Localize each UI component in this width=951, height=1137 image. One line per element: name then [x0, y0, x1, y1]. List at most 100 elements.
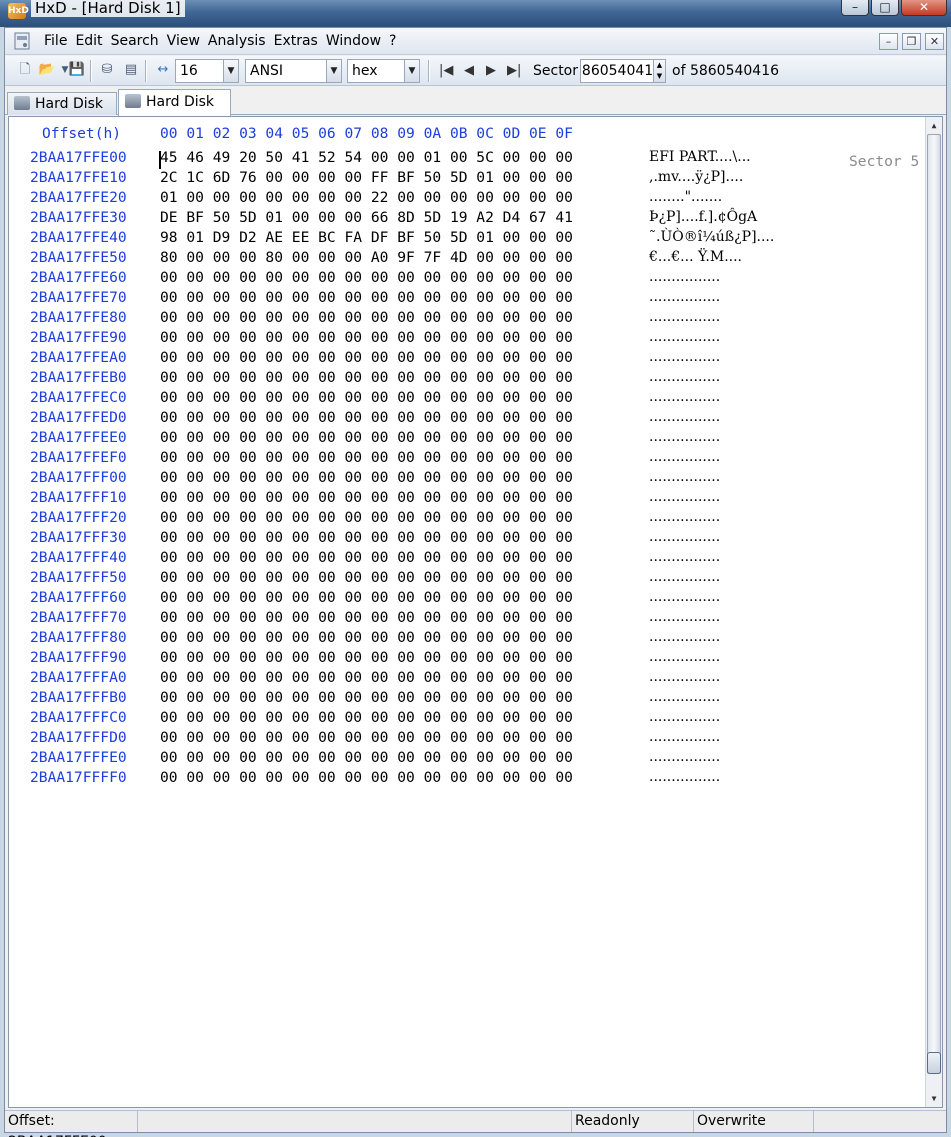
hex-row[interactable]: 2BAA17FFEC0 00 00 00 00 00 00 00 00 00 00…	[9, 389, 929, 409]
row-bytes[interactable]: 00 00 00 00 00 00 00 00 00 00 00 00 00 0…	[160, 509, 573, 526]
hex-row[interactable]: 2BAA17FFE50 80 00 00 00 80 00 00 00 A0 9F…	[9, 249, 929, 269]
row-bytes[interactable]: 00 00 00 00 00 00 00 00 00 00 00 00 00 0…	[160, 569, 573, 586]
hex-row[interactable]: 2BAA17FFF80 00 00 00 00 00 00 00 00 00 00…	[9, 629, 929, 649]
menu-item[interactable]: Analysis	[204, 33, 270, 50]
hex-row[interactable]: 2BAA17FFF00 00 00 00 00 00 00 00 00 00 00…	[9, 469, 929, 489]
document-disk-icon[interactable]	[13, 32, 33, 50]
hex-row[interactable]: 2BAA17FFE80 00 00 00 00 00 00 00 00 00 00…	[9, 309, 929, 329]
row-text[interactable]: ................	[649, 769, 720, 785]
row-bytes[interactable]: 00 00 00 00 00 00 00 00 00 00 00 00 00 0…	[160, 429, 573, 446]
hex-row[interactable]: 2BAA17FFE90 00 00 00 00 00 00 00 00 00 00…	[9, 329, 929, 349]
row-text[interactable]: ,.mv....ÿ¿P]....	[649, 169, 743, 185]
row-bytes[interactable]: 00 00 00 00 00 00 00 00 00 00 00 00 00 0…	[160, 289, 573, 306]
row-bytes[interactable]: 00 00 00 00 00 00 00 00 00 00 00 00 00 0…	[160, 689, 573, 706]
chevron-down-icon[interactable]: ▼	[223, 60, 238, 82]
hex-row[interactable]: 2BAA17FFF30 00 00 00 00 00 00 00 00 00 00…	[9, 529, 929, 549]
row-bytes[interactable]: 00 00 00 00 00 00 00 00 00 00 00 00 00 0…	[160, 449, 573, 466]
row-bytes[interactable]: 00 00 00 00 00 00 00 00 00 00 00 00 00 0…	[160, 769, 573, 786]
hex-editor-view[interactable]: Offset(h) 00 01 02 03 04 05 06 07 08 09 …	[8, 116, 943, 1108]
hex-row[interactable]: 2BAA17FFF70 00 00 00 00 00 00 00 00 00 00…	[9, 609, 929, 629]
hex-row[interactable]: 2BAA17FFF90 00 00 00 00 00 00 00 00 00 00…	[9, 649, 929, 669]
row-text[interactable]: €...€... Ÿ.M....	[649, 249, 742, 265]
scroll-down-icon[interactable]: ▼	[926, 1090, 942, 1107]
row-bytes[interactable]: 00 00 00 00 00 00 00 00 00 00 00 00 00 0…	[160, 629, 573, 646]
hex-row[interactable]: 2BAA17FFFA0 00 00 00 00 00 00 00 00 00 00…	[9, 669, 929, 689]
open-disk-icon[interactable]: ⛁	[97, 60, 117, 80]
row-bytes[interactable]: 00 00 00 00 00 00 00 00 00 00 00 00 00 0…	[160, 669, 573, 686]
row-text[interactable]: ................	[649, 629, 720, 645]
row-bytes[interactable]: 00 00 00 00 00 00 00 00 00 00 00 00 00 0…	[160, 749, 573, 766]
scrollbar-track[interactable]	[927, 134, 941, 1074]
hex-row[interactable]: 2BAA17FFFC0 00 00 00 00 00 00 00 00 00 00…	[9, 709, 929, 729]
hex-row[interactable]: 2BAA17FFEE0 00 00 00 00 00 00 00 00 00 00…	[9, 429, 929, 449]
row-bytes[interactable]: 00 00 00 00 00 00 00 00 00 00 00 00 00 0…	[160, 729, 573, 746]
row-bytes[interactable]: 45 46 49 20 50 41 52 54 00 00 01 00 5C 0…	[160, 149, 573, 166]
row-text[interactable]: ................	[649, 569, 720, 585]
hex-row[interactable]: 2BAA17FFF40 00 00 00 00 00 00 00 00 00 00…	[9, 549, 929, 569]
tab-hard-disk-1[interactable]: Hard Disk 1	[118, 89, 231, 134]
new-file-icon[interactable]: 🗋	[15, 60, 35, 80]
open-folder-icon[interactable]: 📂	[37, 60, 57, 80]
row-text[interactable]: ................	[649, 369, 720, 385]
row-bytes[interactable]: 01 00 00 00 00 00 00 00 22 00 00 00 00 0…	[160, 189, 573, 206]
menu-item[interactable]: ?	[385, 33, 400, 50]
hex-row[interactable]: 2BAA17FFF20 00 00 00 00 00 00 00 00 00 00…	[9, 509, 929, 529]
vertical-scrollbar[interactable]: ▲ ▼	[925, 117, 942, 1107]
row-text[interactable]: ................	[649, 389, 720, 405]
status-write-mode[interactable]: Overwrite	[694, 1111, 814, 1132]
hex-row[interactable]: 2BAA17FFEA0 00 00 00 00 00 00 00 00 00 00…	[9, 349, 929, 369]
row-text[interactable]: ................	[649, 709, 720, 725]
row-text[interactable]: ................	[649, 729, 720, 745]
row-bytes[interactable]: 00 00 00 00 00 00 00 00 00 00 00 00 00 0…	[160, 409, 573, 426]
spinner-arrows-icon[interactable]: ▲ ▼	[653, 60, 665, 82]
previous-sector-icon[interactable]: ◀	[464, 63, 474, 78]
menu-item[interactable]: Search	[107, 33, 163, 50]
save-icon[interactable]: 💾	[67, 60, 87, 80]
row-text[interactable]: ˜.ÙÒ®î¼úß¿P]....	[649, 229, 774, 245]
mdi-minimize-button[interactable]: –	[879, 33, 898, 50]
row-text[interactable]: ................	[649, 509, 720, 525]
row-text[interactable]: ................	[649, 409, 720, 425]
open-ram-icon[interactable]: ▤	[121, 60, 141, 80]
row-text[interactable]: ................	[649, 489, 720, 505]
row-bytes[interactable]: 00 00 00 00 00 00 00 00 00 00 00 00 00 0…	[160, 369, 573, 386]
row-text[interactable]: ................	[649, 749, 720, 765]
hex-row[interactable]: 2BAA17FFE10 2C 1C 6D 76 00 00 00 00 FF BF…	[9, 169, 929, 189]
row-bytes[interactable]: 00 00 00 00 00 00 00 00 00 00 00 00 00 0…	[160, 649, 573, 666]
row-bytes[interactable]: 00 00 00 00 00 00 00 00 00 00 00 00 00 0…	[160, 469, 573, 486]
hex-row[interactable]: 2BAA17FFFB0 00 00 00 00 00 00 00 00 00 00…	[9, 689, 929, 709]
hex-row[interactable]: 2BAA17FFED0 00 00 00 00 00 00 00 00 00 00…	[9, 409, 929, 429]
row-bytes[interactable]: 00 00 00 00 00 00 00 00 00 00 00 00 00 0…	[160, 489, 573, 506]
row-bytes[interactable]: 00 00 00 00 00 00 00 00 00 00 00 00 00 0…	[160, 609, 573, 626]
mdi-restore-button[interactable]: ❐	[902, 33, 921, 50]
mdi-close-button[interactable]: ✕	[925, 33, 944, 50]
row-text[interactable]: ................	[649, 289, 720, 305]
row-bytes[interactable]: DE BF 50 5D 01 00 00 00 66 8D 5D 19 A2 D…	[160, 209, 573, 226]
row-bytes[interactable]: 00 00 00 00 00 00 00 00 00 00 00 00 00 0…	[160, 549, 573, 566]
row-bytes[interactable]: 98 01 D9 D2 AE EE BC FA DF BF 50 5D 01 0…	[160, 229, 573, 246]
row-bytes[interactable]: 00 00 00 00 00 00 00 00 00 00 00 00 00 0…	[160, 349, 573, 366]
row-text[interactable]: ................	[649, 429, 720, 445]
hex-row[interactable]: 2BAA17FFFD0 00 00 00 00 00 00 00 00 00 00…	[9, 729, 929, 749]
row-text[interactable]: ................	[649, 649, 720, 665]
hex-row[interactable]: 2BAA17FFE40 98 01 D9 D2 AE EE BC FA DF BF…	[9, 229, 929, 249]
menu-item[interactable]: Window	[322, 33, 385, 50]
sector-spinner[interactable]: 5860540415 ▲ ▼	[580, 59, 666, 83]
status-readonly[interactable]: Readonly	[572, 1111, 694, 1132]
menu-item[interactable]: Extras	[270, 33, 322, 50]
hex-row[interactable]: 2BAA17FFE00 45 46 49 20 50 41 52 54 00 00…	[9, 149, 929, 169]
row-text[interactable]: ................	[649, 549, 720, 565]
first-sector-icon[interactable]: |◀	[439, 63, 453, 78]
hex-row[interactable]: 2BAA17FFE20 01 00 00 00 00 00 00 00 22 00…	[9, 189, 929, 209]
row-bytes[interactable]: 00 00 00 00 00 00 00 00 00 00 00 00 00 0…	[160, 589, 573, 606]
minimize-window-button[interactable]: –	[841, 0, 869, 16]
hex-row[interactable]: 2BAA17FFF50 00 00 00 00 00 00 00 00 00 00…	[9, 569, 929, 589]
chevron-down-icon[interactable]: ▼	[404, 60, 419, 82]
row-text[interactable]: ................	[649, 309, 720, 325]
row-bytes[interactable]: 80 00 00 00 80 00 00 00 A0 9F 7F 4D 00 0…	[160, 249, 573, 266]
hex-row[interactable]: 2BAA17FFF10 00 00 00 00 00 00 00 00 00 00…	[9, 489, 929, 509]
row-text[interactable]: ................	[649, 469, 720, 485]
hex-row[interactable]: 2BAA17FFFF0 00 00 00 00 00 00 00 00 00 00…	[9, 769, 929, 789]
tab-hard-disk-2[interactable]: Hard Disk 2	[7, 92, 117, 134]
row-text[interactable]: ................	[649, 329, 720, 345]
